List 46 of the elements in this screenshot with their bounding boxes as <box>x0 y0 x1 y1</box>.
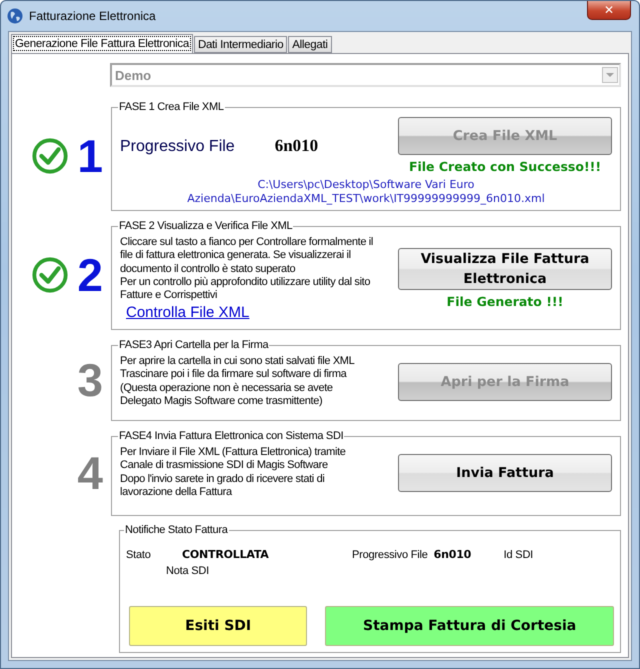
tab[interactable]: Dati Intermediario <box>194 36 288 53</box>
status-message: File Creato con Successo!!! <box>408 159 602 174</box>
status-message: File Generato !!! <box>446 294 564 310</box>
group-title: FASE4 Invia Fattura Elettronica con Sistema SDI <box>118 430 344 442</box>
phase-button[interactable]: Visualizza File Fattura Elettronica <box>398 248 612 290</box>
description-line: (Questa operazione non è necessaria se avete <box>120 382 334 395</box>
check-circle-icon <box>31 137 70 175</box>
progressive-value: 6n010 <box>434 548 472 561</box>
progressive-label: Progressivo File <box>120 138 235 156</box>
phase-number: 4 <box>77 450 103 496</box>
sdi-id-label: Id SDI <box>504 549 534 561</box>
description-line: Per aprire la cartella in cui sono stati salvati file XML <box>120 355 356 368</box>
phase-button[interactable]: Invia Fattura <box>398 454 612 492</box>
description-line: Trascinare poi i file da firmare sul software di firma <box>120 368 348 382</box>
group-title: FASE 2 Visualizza e Verifica File XML <box>118 220 294 232</box>
progressive-label: Progressivo File <box>352 549 428 561</box>
description-line: Per Inviare il File XML (Fattura Elettronica) tramite <box>120 446 347 460</box>
action-button[interactable]: Esiti SDI <box>129 606 308 646</box>
sdi-note-label: Nota SDI <box>166 565 210 577</box>
description-line: Delegato Magis Software come trasmittente) <box>120 394 324 408</box>
description-line: Cliccare sul tasto a fianco per Controllare formalmente il <box>120 236 374 250</box>
check-xml-link[interactable]: Controlla File XML <box>126 304 390 322</box>
group-title: Notifiche Stato Fattura <box>124 524 229 536</box>
action-button[interactable]: Stampa Fattura di Cortesia <box>325 606 614 646</box>
progressive-value: 6n010 <box>274 136 318 156</box>
tab[interactable]: Generazione File Fattura Elettronica <box>11 34 193 53</box>
status-value: CONTROLLATA <box>182 548 270 561</box>
description-line: Per un controllo più approfondito utilizzare utility dal sito <box>120 276 372 290</box>
status-label: Stato <box>126 549 152 561</box>
description-line: documento il controllo è stato superato <box>120 262 296 276</box>
group-title: FASE 1 Crea File XML <box>118 101 225 113</box>
close-button[interactable]: ✕ <box>587 1 631 20</box>
globe-icon <box>7 8 23 24</box>
check-circle-icon <box>31 256 70 294</box>
phase-number: 1 <box>77 133 103 179</box>
file-path: C:\Users\pc\Desktop\Software Vari Euro Azienda\EuroAziendaXML_TEST\work\IT99999999999_6n010.xml <box>186 178 546 206</box>
description-line: Canale di trasmissione SDI di Magis Software <box>120 459 329 473</box>
phase-number: 2 <box>77 252 103 298</box>
description-line: file di fattura elettronica generata. Se visualizzerai il <box>120 249 352 263</box>
description-line: Dopo l'invio sarete in grado di ricevere stati di <box>120 472 326 486</box>
description-line: Fatture e Corrispettivi <box>120 289 218 302</box>
description-line: lavorazione della Fattura <box>120 486 234 500</box>
window-title: Fatturazione Elettronica <box>29 9 156 23</box>
phase-number: 3 <box>77 357 103 403</box>
tab[interactable]: Allegati <box>288 36 332 53</box>
group-title: FASE3 Apri Cartella per la Firma <box>118 339 270 351</box>
